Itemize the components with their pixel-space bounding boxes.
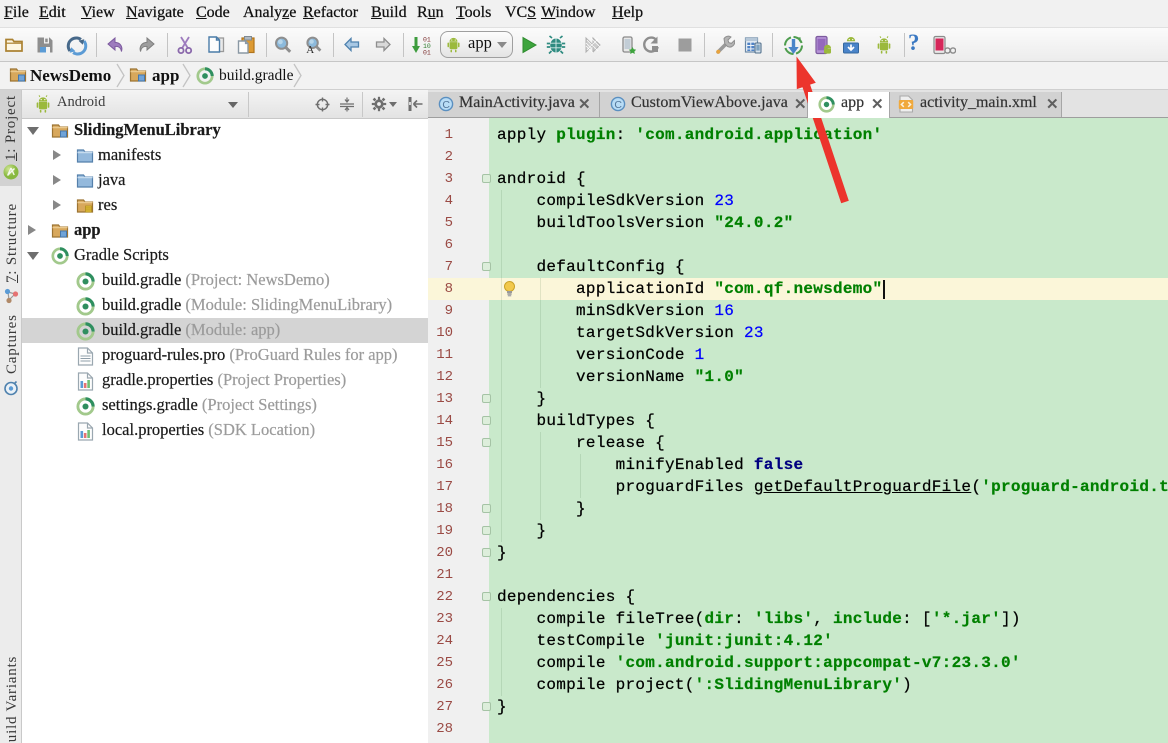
svg-text:A: A [306,44,314,55]
svg-text:C: C [442,99,450,111]
svg-text:01: 01 [423,50,431,57]
svg-text:C: C [614,99,622,111]
